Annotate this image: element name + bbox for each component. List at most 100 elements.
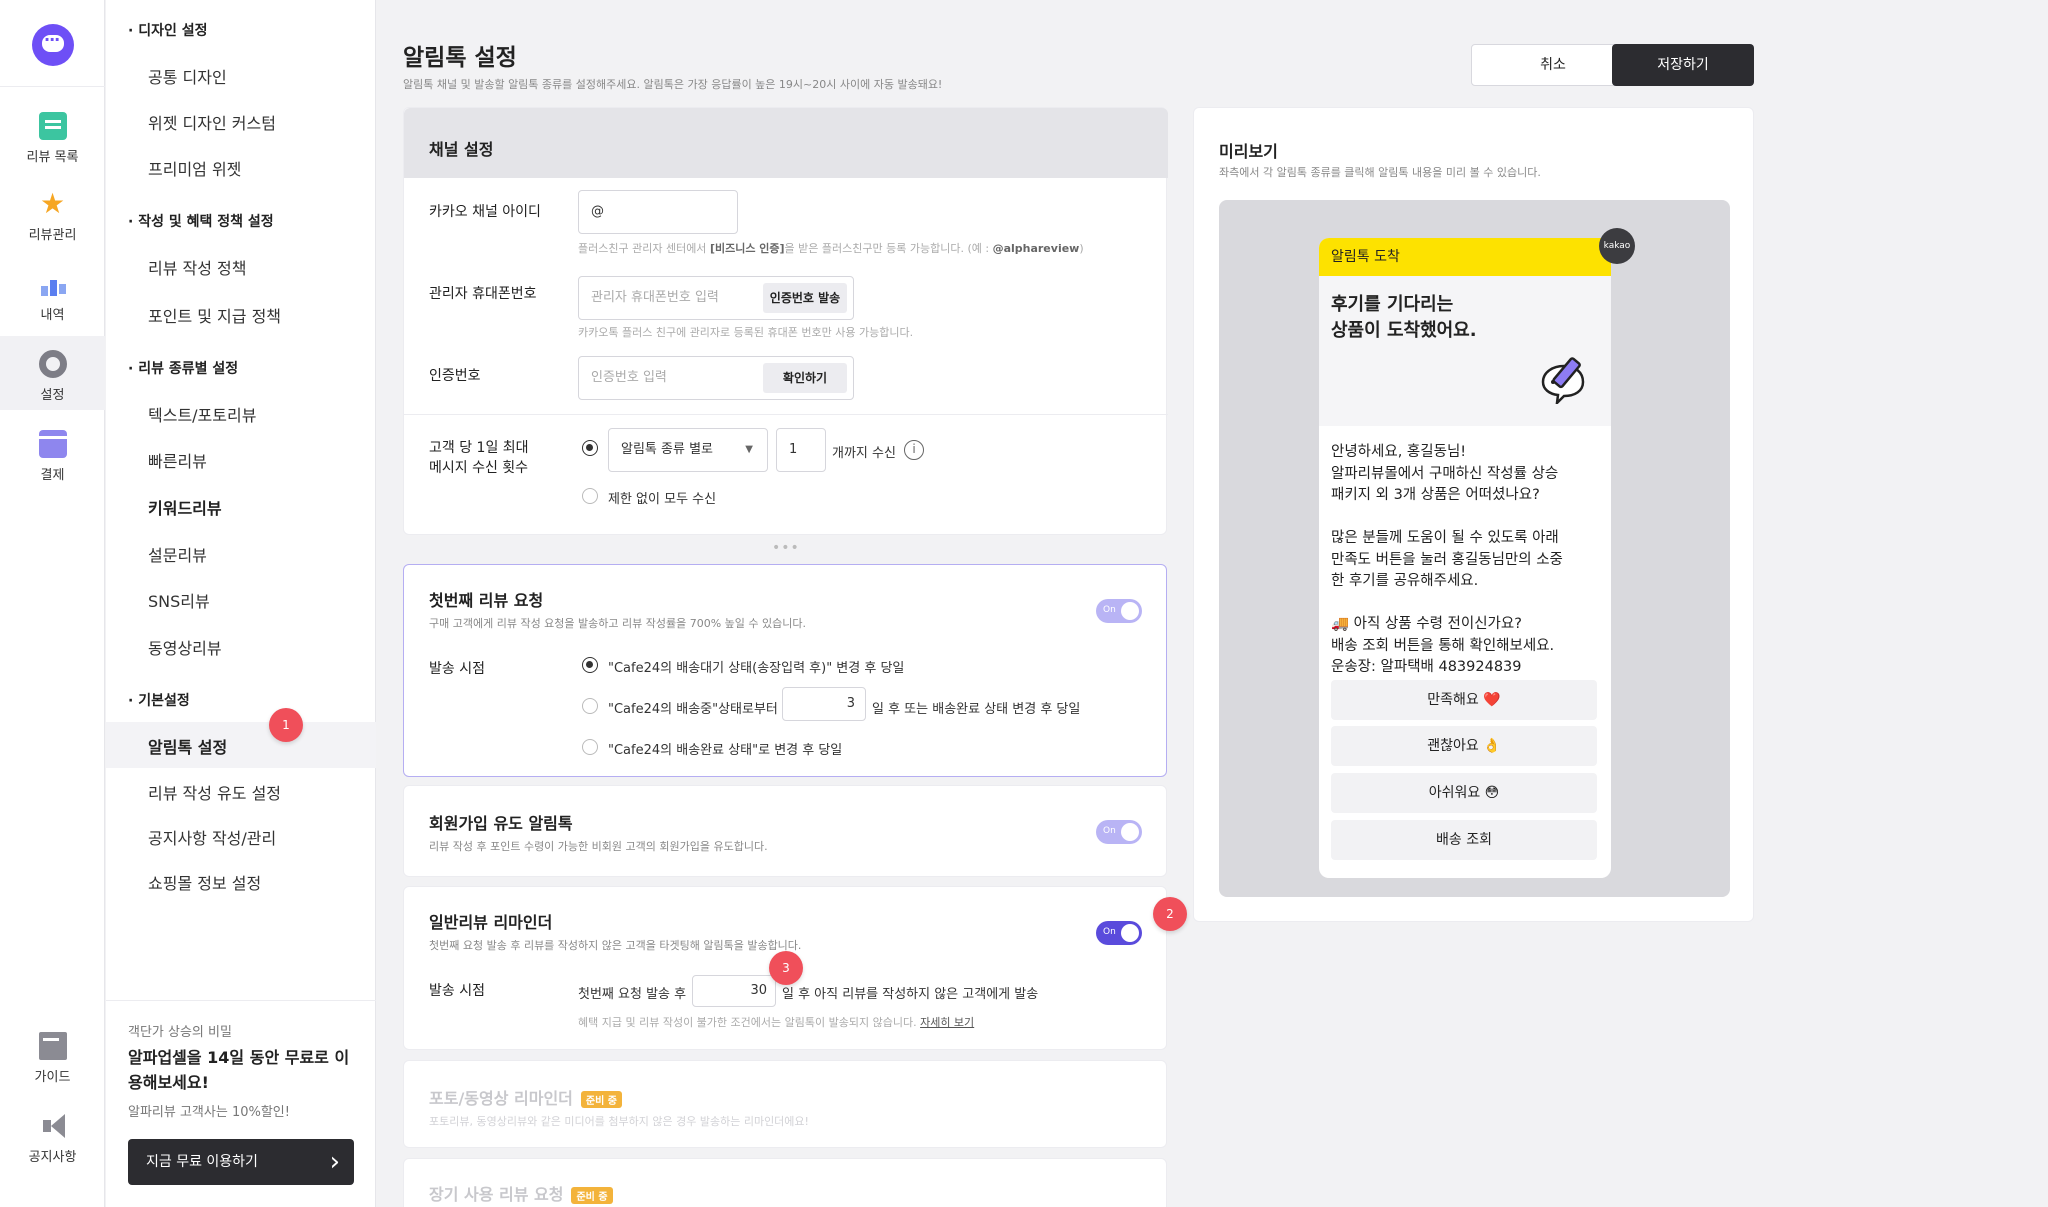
bubble-body: 안녕하세요, 홍길동님! 알파리뷰몰에서 구매하신 작성률 상승 패키지 외 3… [1331, 444, 1563, 675]
first-review-toggle[interactable]: On [1096, 599, 1142, 623]
menu-item-widget-custom[interactable]: 위젯 디자인 커스텀 [148, 110, 276, 134]
bar-chart-icon [39, 270, 67, 298]
send-opt1-radio[interactable] [582, 657, 598, 673]
code-label: 인증번호 [429, 368, 481, 384]
promo-cta-button[interactable]: 지금 무료 이용하기 [128, 1139, 354, 1185]
phone-input[interactable]: 관리자 휴대폰번호 입력 인증번호 발송 [578, 276, 854, 320]
menu-item-survey[interactable]: 설문리뷰 [148, 542, 207, 566]
long-use-title: 장기 사용 리뷰 요청 준비 중 [429, 1181, 613, 1205]
page-description: 알림톡 채널 및 발송할 알림톡 종류를 설정해주세요. 알림톡은 가장 응답률… [403, 78, 943, 91]
gear-icon [38, 350, 67, 378]
rail-item-label: 공지사항 [28, 1150, 77, 1165]
rail-item-label: 리뷰 목록 [26, 150, 79, 165]
left-rail: 리뷰 목록 ★ 리뷰관리 내역 설정 결제 가이드 공지사항 [0, 0, 105, 1207]
preview-title: 미리보기 [1219, 142, 1278, 161]
channel-settings-card: 채널 설정 카카오 채널 아이디 @ 플러스친구 관리자 센터에서 [비즈니스 … [403, 107, 1168, 535]
send-opt3-radio[interactable] [582, 739, 598, 755]
rail-item-label: 내역 [40, 308, 65, 323]
card-icon [38, 430, 67, 458]
rail-item-guide[interactable]: 가이드 [0, 1032, 105, 1085]
rail-item-payment[interactable]: 결제 [0, 430, 105, 483]
photo-reminder-desc: 포토리뷰, 동영상리뷰와 같은 미디어를 첨부하지 않은 경우 발송하는 리마인… [429, 1115, 809, 1128]
menu-item-text-photo[interactable]: 텍스트/포토리뷰 [148, 402, 256, 426]
send-opt2-radio[interactable] [582, 698, 598, 714]
send-opt2-label: "Cafe24의 배송중"상태로부터 [608, 702, 778, 717]
reminder-desc: 첫번째 요청 발송 후 리뷰를 작성하지 않은 고객을 타겟팅해 알림톡을 발송… [429, 939, 802, 952]
preview-desc: 좌측에서 각 알림톡 종류를 클릭해 알림톡 내용을 미리 볼 수 있습니다. [1219, 166, 1541, 179]
menu-item-write-policy[interactable]: 리뷰 작성 정책 [148, 255, 247, 279]
kakao-id-input[interactable]: @ [578, 190, 738, 234]
limit-unlimited-radio[interactable] [582, 488, 598, 504]
phone-placeholder: 관리자 휴대폰번호 입력 [591, 290, 719, 305]
menu-item-mall-info[interactable]: 쇼핑몰 정보 설정 [148, 870, 261, 894]
option-satisfied-button[interactable]: 만족해요 ❤️ [1331, 680, 1597, 720]
signup-alimtalk-card[interactable]: 회원가입 유도 알림톡 리뷰 작성 후 포인트 수령이 가능한 비회원 고객의 … [403, 785, 1167, 877]
reminder-hint: 혜택 지급 및 리뷰 작성이 불가한 조건에서는 알림톡이 발송되지 않습니다.… [578, 1016, 975, 1029]
first-review-desc: 구매 고객에게 리뷰 작성 요청을 발송하고 리뷰 작성률을 700% 높일 수… [429, 617, 807, 630]
bubble-headline: 후기를 기다리는 상품이 도착했어요. [1331, 294, 1477, 341]
app-logo-icon[interactable] [32, 24, 74, 66]
menu-item-point-policy[interactable]: 포인트 및 지급 정책 [148, 303, 281, 327]
rail-item-review-list[interactable]: 리뷰 목록 [0, 112, 105, 165]
option-okay-button[interactable]: 괜찮아요 👌 [1331, 726, 1597, 766]
limit-count-input[interactable]: 1 [776, 428, 826, 472]
first-review-card[interactable]: 첫번째 리뷰 요청 구매 고객에게 리뷰 작성 요청을 발송하고 리뷰 작성률을… [403, 564, 1167, 777]
menu-item-video[interactable]: 동영상리뷰 [148, 635, 222, 659]
book-icon [38, 1032, 67, 1060]
rail-divider [0, 86, 105, 87]
option-track-delivery-button[interactable]: 배송 조회 [1331, 820, 1597, 860]
pencil-chat-icon [1541, 357, 1585, 404]
option-disappointed-button[interactable]: 아쉬워요 😳 [1331, 773, 1597, 813]
rail-item-settings[interactable]: 설정 [0, 336, 105, 410]
info-icon[interactable]: i [904, 440, 924, 460]
kakao-badge-icon: kakao [1599, 228, 1635, 264]
menu-section-review-type: · 리뷰 종류별 설정 [128, 361, 239, 377]
rail-item-notice[interactable]: 공지사항 [0, 1112, 105, 1165]
reminder-detail-link[interactable]: 자세히 보기 [920, 1016, 974, 1029]
confirm-code-button[interactable]: 확인하기 [763, 363, 847, 393]
channel-card-header [404, 108, 1168, 178]
rail-item-history[interactable]: 내역 [0, 270, 105, 323]
promo-headline: 알파업셀을 14일 동안 무료로 이용해보세요! [128, 1048, 350, 1092]
rail-item-label: 리뷰관리 [28, 228, 77, 243]
settings-menu: · 디자인 설정 공통 디자인 위젯 디자인 커스텀 프리미엄 위젯 · 작성 … [106, 0, 376, 1207]
kakao-id-value: @ [591, 204, 604, 219]
menu-item-premium-widget[interactable]: 프리미엄 위젯 [148, 156, 241, 180]
photo-reminder-title: 포토/동영상 리마인더 준비 중 [429, 1085, 622, 1109]
send-opt2-days-input[interactable]: 3 [782, 687, 866, 721]
menu-selected-highlight [106, 722, 376, 768]
menu-item-notice-manage[interactable]: 공지사항 작성/관리 [148, 825, 276, 849]
menu-item-common-design[interactable]: 공통 디자인 [148, 64, 227, 88]
reminder-days-input[interactable]: 30 [692, 975, 776, 1007]
promo-caption: 객단가 상승의 비밀 [128, 1025, 232, 1040]
send-code-button[interactable]: 인증번호 발송 [763, 283, 847, 313]
menu-item-quick[interactable]: 빠른리뷰 [148, 448, 207, 472]
channel-card-title: 채널 설정 [429, 140, 494, 159]
promo-subtext: 알파리뷰 고객사는 10%할인! [128, 1105, 290, 1120]
menu-section-basic: · 기본설정 [128, 693, 190, 709]
star-icon: ★ [39, 187, 66, 220]
rail-item-label: 결제 [40, 468, 65, 483]
limit-type-select[interactable]: 알림톡 종류 별로 ▼ [608, 428, 768, 472]
limit-per-type-radio[interactable] [582, 440, 598, 456]
signup-toggle[interactable]: On [1096, 820, 1142, 844]
cancel-button[interactable]: 취소 [1471, 44, 1635, 86]
long-use-card: 장기 사용 리뷰 요청 준비 중 [403, 1158, 1167, 1207]
code-input[interactable]: 인증번호 입력 확인하기 [578, 356, 854, 400]
step-badge-2: 2 [1153, 897, 1187, 931]
menu-item-keyword[interactable]: 키워드리뷰 [148, 495, 222, 519]
save-button[interactable]: 저장하기 [1612, 44, 1754, 86]
first-review-title: 첫번째 리뷰 요청 [429, 591, 544, 610]
rail-item-review-manage[interactable]: ★ 리뷰관리 [0, 187, 105, 244]
menu-item-alimtalk[interactable]: 알림톡 설정 [148, 734, 227, 758]
send-opt2-suffix: 일 후 또는 배송완료 상태 변경 후 당일 [872, 702, 1081, 717]
drag-handle-icon[interactable]: ••• [772, 540, 800, 556]
menu-item-review-induce[interactable]: 리뷰 작성 유도 설정 [148, 780, 281, 804]
limit-label: 고객 당 1일 최대 메시지 수신 횟수 [429, 440, 529, 476]
menu-section-design: · 디자인 설정 [128, 23, 208, 39]
preview-canvas: 알림톡 도착 후기를 기다리는 상품이 도착했어요. 안녕하세요, 홍길동님! 알… [1219, 200, 1730, 897]
signup-title: 회원가입 유도 알림톡 [429, 814, 573, 833]
phone-label: 관리자 휴대폰번호 [429, 286, 537, 302]
reminder-toggle[interactable]: On [1096, 921, 1142, 945]
menu-item-sns[interactable]: SNS리뷰 [148, 588, 210, 612]
